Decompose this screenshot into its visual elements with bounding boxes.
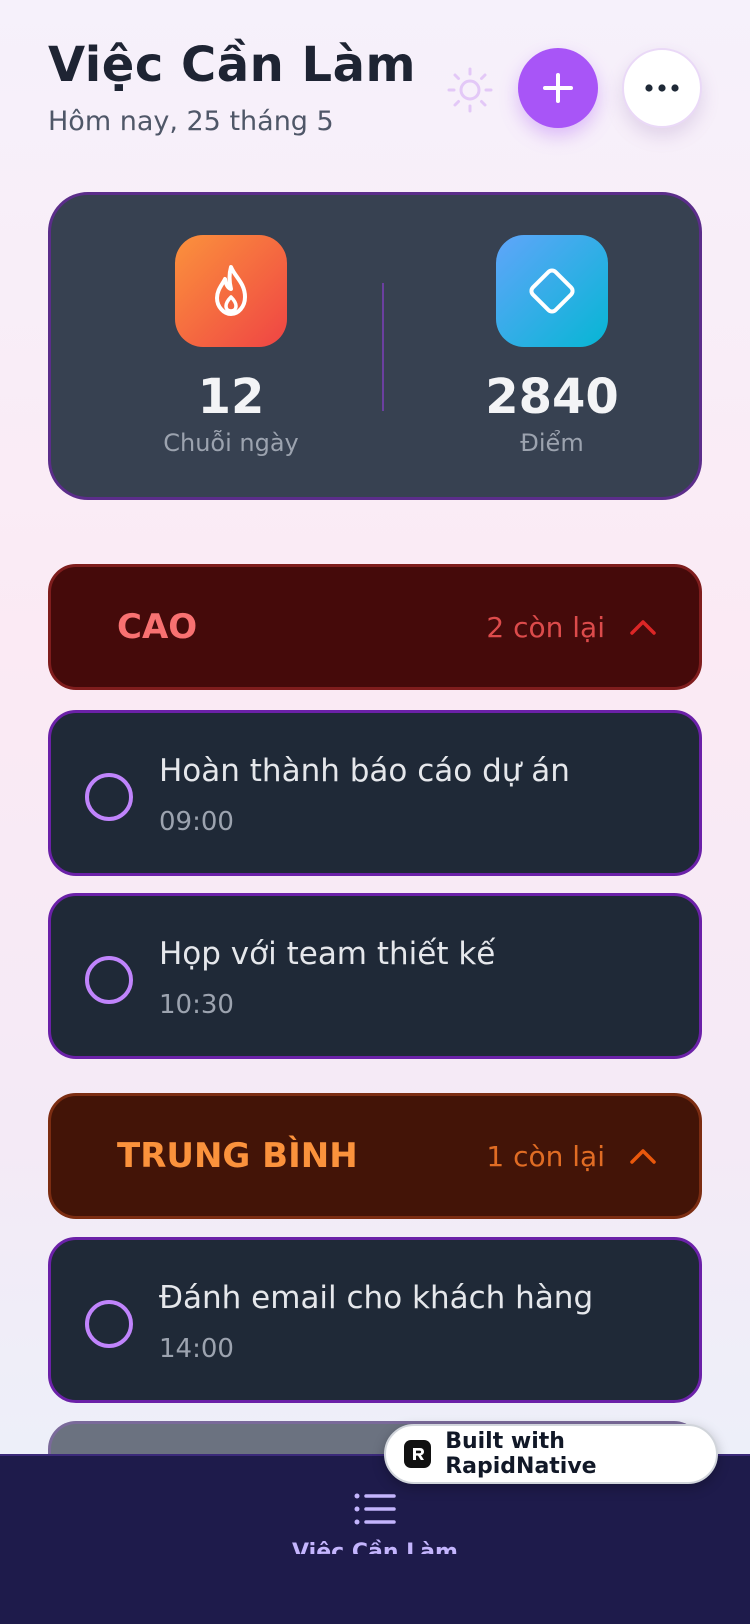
stats-card: 12 Chuỗi ngày 2840 Điểm [48, 192, 702, 500]
task-item[interactable]: Hoàn thành báo cáo dự án 09:00 [48, 710, 702, 876]
chevron-up-icon [630, 620, 656, 635]
group-remaining-count: 2 còn lại [486, 610, 605, 644]
points-label: Điểm [520, 429, 584, 457]
flame-icon [175, 235, 287, 347]
page-subtitle: Hôm nay, 25 tháng 5 [48, 106, 334, 137]
task-checkbox[interactable] [85, 773, 133, 821]
points-value: 2840 [485, 369, 619, 425]
nav-item-label: Việc Cần Làm [292, 1540, 458, 1554]
task-title: Hoàn thành báo cáo dự án [159, 753, 570, 789]
priority-group-medium-header[interactable]: TRUNG BÌNH 1 còn lại [48, 1093, 702, 1219]
diamond-icon [496, 235, 608, 347]
points-stat: 2840 Điểm [432, 235, 672, 457]
priority-group-high-header[interactable]: CAO 2 còn lại [48, 564, 702, 690]
built-with-badge[interactable]: Built with RapidNative [384, 1424, 718, 1484]
page-header: Việc Cần Làm Hôm nay, 25 tháng 5 [48, 36, 702, 146]
page-title: Việc Cần Làm [48, 37, 416, 93]
badge-text: Built with RapidNative [445, 1429, 597, 1479]
task-checkbox[interactable] [85, 1300, 133, 1348]
chevron-up-icon [630, 1149, 656, 1164]
add-task-button[interactable] [518, 48, 598, 128]
group-title: TRUNG BÌNH [117, 1136, 358, 1176]
nav-item-todo[interactable]: Việc Cần Làm [275, 1492, 475, 1582]
streak-value: 12 [197, 369, 265, 425]
streak-label: Chuỗi ngày [163, 429, 299, 457]
sun-icon[interactable] [446, 66, 494, 114]
task-title: Đánh email cho khách hàng [159, 1280, 594, 1316]
group-title: CAO [117, 607, 198, 647]
task-item[interactable]: Họp với team thiết kế 10:30 [48, 893, 702, 1059]
list-icon [354, 1493, 396, 1525]
rapidnative-logo-icon [404, 1440, 432, 1468]
task-checkbox[interactable] [85, 956, 133, 1004]
task-time: 09:00 [159, 807, 234, 837]
more-horizontal-icon [645, 84, 679, 92]
group-remaining-count: 1 còn lại [486, 1139, 605, 1173]
plus-icon [543, 73, 573, 103]
task-item[interactable]: Đánh email cho khách hàng 14:00 [48, 1237, 702, 1403]
streak-stat: 12 Chuỗi ngày [111, 235, 351, 457]
task-time: 10:30 [159, 990, 234, 1020]
more-options-button[interactable] [622, 48, 702, 128]
task-title: Họp với team thiết kế [159, 936, 496, 972]
stats-divider [382, 283, 384, 411]
task-time: 14:00 [159, 1334, 234, 1364]
